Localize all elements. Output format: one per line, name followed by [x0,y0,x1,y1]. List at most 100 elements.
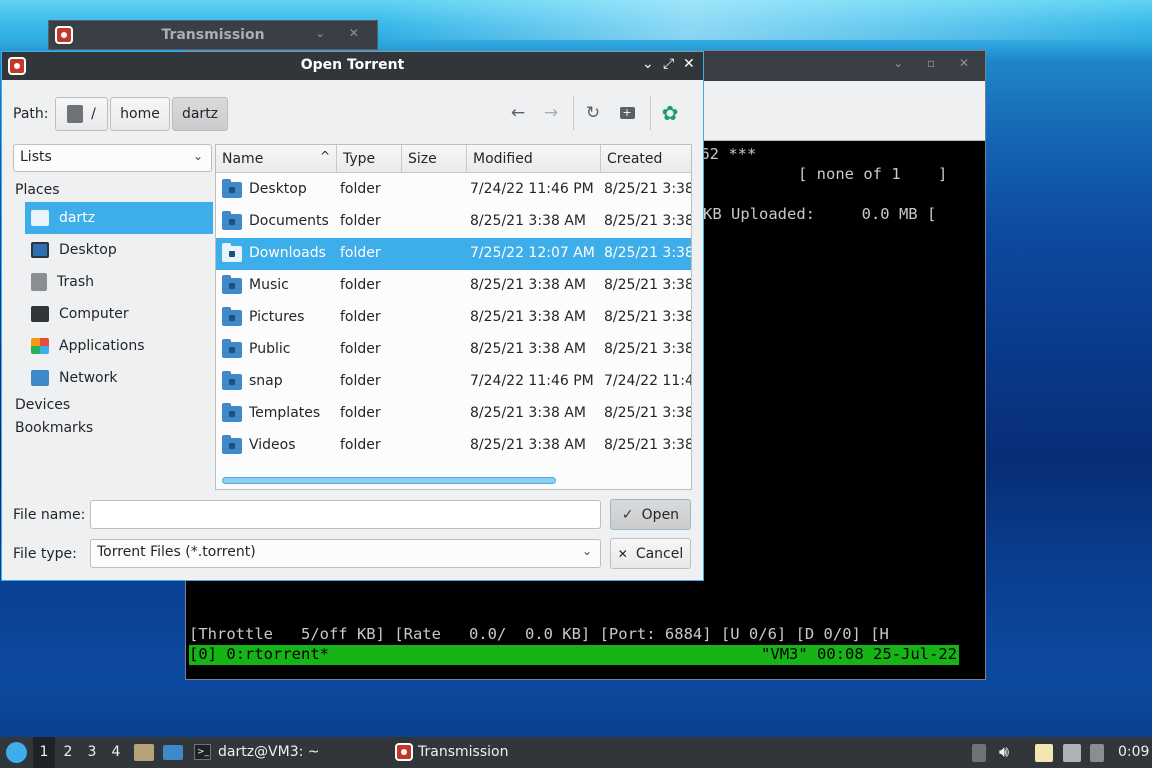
devices-header[interactable]: Devices [15,397,70,413]
file-name-cell: snap [249,373,283,389]
dialog-titlebar[interactable]: Open Torrent ⌄ ⤢ ✕ [2,52,703,80]
path-root-button[interactable]: / [55,97,108,131]
maximize-icon[interactable]: ⤢ [663,56,674,72]
file-name-cell: Templates [249,405,321,421]
close-icon[interactable]: ✕ [683,56,695,72]
show-desktop-icon[interactable] [163,745,183,760]
table-row[interactable]: Videos folder 8/25/21 3:38 AM 8/25/21 3:38 … [216,430,691,462]
sidebar-item-computer[interactable]: Computer [25,298,213,330]
path-segment-dartz[interactable]: dartz [172,97,228,131]
file-modified-cell: 8/25/21 3:38 AM [470,213,586,229]
cancel-button-label: Cancel [635,545,684,562]
open-torrent-dialog: Open Torrent ⌄ ⤢ ✕ Path: / home dartz ← … [1,51,704,581]
sidebar-item-dartz[interactable]: dartz [25,202,213,234]
table-row[interactable]: Templates folder 8/25/21 3:38 AM 8/25/21 3:… [216,398,692,430]
open-button-label: Open [641,506,680,523]
file-modified-cell: 7/24/22 11:46 PM [470,373,594,389]
reload-icon[interactable]: ↻ [579,99,607,127]
folder-icon [222,179,242,198]
file-type-cell: folder [340,245,381,261]
file-name-cell: Music [249,277,289,293]
window-controls[interactable]: ⌄ ✕ [315,26,369,40]
sidebar-item-applications[interactable]: Applications [25,330,213,362]
view-mode-select[interactable]: Lists ⌄ [13,144,212,172]
keyboard-layout-icon[interactable] [972,744,986,762]
path-root-label: / [91,106,96,122]
computer-icon [31,306,49,322]
folder-icon [222,403,242,422]
bookmarks-header[interactable]: Bookmarks [15,420,93,436]
file-type-cell: folder [340,405,381,421]
file-type-cell: folder [340,277,381,293]
file-list[interactable]: Name ^ Type Size Modified Created Deskto… [215,144,692,490]
volume-icon[interactable]: 🔊︎ [999,742,1017,761]
file-type-cell: folder [340,373,381,389]
table-row[interactable]: snap folder 7/24/22 11:46 PM 7/24/22 11:46 … [216,366,691,398]
check-icon: ✓ [621,506,634,523]
terminal-line: [ none of 1 ] [798,165,948,183]
task-transmission[interactable]: Transmission [392,737,592,768]
file-created-cell: 8/25/21 3:38 AM [604,277,692,293]
network-tray-icon[interactable] [1063,744,1081,762]
view-mode-value: Lists [20,149,52,165]
path-label: Path: [13,106,49,122]
task-terminal[interactable]: >_ dartz@VM3: ~ [192,737,382,768]
transmission-window-titlebar[interactable]: Transmission ⌄ ✕ [48,20,378,50]
cancel-button[interactable]: ✕ Cancel [610,538,691,569]
table-row[interactable]: Desktop folder 7/24/22 11:46 PM 8/25/21 3:3… [216,174,692,206]
file-modified-cell: 8/25/21 3:38 AM [470,309,586,325]
file-name-cell: Downloads [249,245,326,261]
column-header-type[interactable]: Type [337,145,402,173]
places-icon[interactable]: ✿ [656,99,684,127]
drive-icon [67,105,84,123]
workspace-4[interactable]: 4 [105,737,127,768]
sidebar-item-trash[interactable]: Trash [25,266,213,298]
file-created-cell: 8/25/21 3:38 AM [604,405,692,421]
sidebar-item-label: Trash [57,274,94,290]
new-folder-icon[interactable]: + [613,99,641,127]
workspace-3[interactable]: 3 [81,737,103,768]
open-button[interactable]: ✓ Open [610,499,691,530]
clock[interactable]: 0:09 [1118,744,1149,760]
folder-icon [222,339,242,358]
sidebar-item-desktop[interactable]: Desktop [25,234,213,266]
back-arrow-icon[interactable]: ← [504,99,532,127]
folder-icon [222,371,242,390]
column-header-modified[interactable]: Modified [467,145,601,173]
start-menu-icon[interactable] [6,742,27,763]
toolbar-separator [650,96,651,130]
file-manager-icon[interactable] [134,744,154,761]
table-row[interactable]: Music folder 8/25/21 3:38 AM 8/25/21 3:38 A… [216,270,692,302]
column-header-created[interactable]: Created [601,145,691,173]
clipboard-icon[interactable] [1035,744,1053,762]
table-row[interactable]: Documents folder 8/25/21 3:38 AM 8/25/21 3:… [216,206,691,238]
folder-icon [222,435,242,454]
file-modified-cell: 8/25/21 3:38 AM [470,341,586,357]
file-name-label: File name: [13,507,86,523]
task-label: Transmission [418,744,509,760]
column-header-name[interactable]: Name ^ [216,145,337,173]
file-type-select[interactable]: Torrent Files (*.torrent) ⌄ [90,539,601,568]
file-name-input[interactable] [90,500,601,529]
minimize-icon[interactable]: ⌄ [642,56,654,72]
table-row[interactable]: Pictures folder 8/25/21 3:38 AM 8/25/21 3:3… [216,302,691,334]
file-type-cell: folder [340,309,381,325]
workspace-2[interactable]: 2 [57,737,79,768]
file-type-value: Torrent Files (*.torrent) [97,544,256,560]
sidebar-item-label: Network [59,370,118,386]
file-created-cell: 8/25/21 3:38 AM [604,181,692,197]
tmux-status-right: "VM3" 00:08 25-Jul-22 [761,645,957,663]
notification-icon[interactable] [1090,744,1104,762]
column-header-size[interactable]: Size [402,145,467,173]
folder-icon [222,307,242,326]
path-segment-home[interactable]: home [110,97,170,131]
sidebar-item-network[interactable]: Network [25,362,213,394]
workspace-1[interactable]: 1 [33,737,55,768]
table-row[interactable]: Public folder 8/25/21 3:38 AM 8/25/21 3:38 … [216,334,691,366]
wallpaper-wave [380,0,1152,40]
table-row[interactable]: Downloads folder 7/25/22 12:07 AM 8/25/21 3… [216,238,691,270]
tmux-window-list: [0] 0:rtorrent* [189,645,329,663]
horizontal-scrollbar[interactable] [222,477,556,484]
forward-arrow-icon[interactable]: → [537,99,565,127]
window-controls[interactable]: ⌄ ▫ ✕ [893,56,979,70]
